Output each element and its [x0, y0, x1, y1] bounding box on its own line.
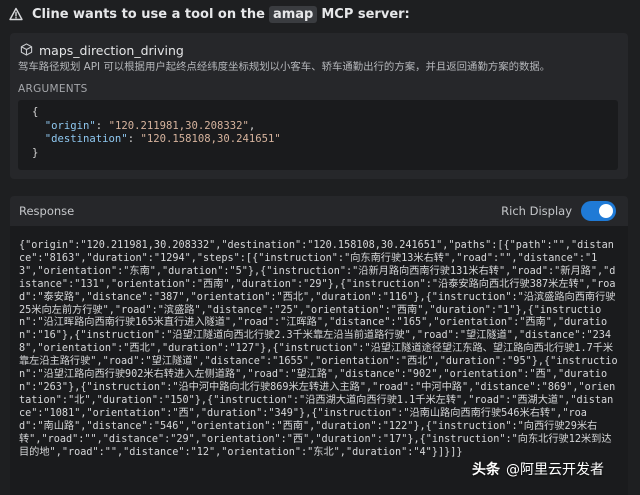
rich-display-control[interactable]: Rich Display	[501, 201, 616, 221]
toggle-knob	[599, 204, 613, 218]
response-text: {"origin":"120.211981,30.208332","destin…	[19, 240, 618, 458]
server-badge: amap	[268, 5, 318, 23]
code-close-brace: }	[32, 146, 39, 159]
response-body[interactable]: {"origin":"120.211981,30.208332","destin…	[10, 226, 628, 495]
approval-title-suffix: MCP server:	[321, 6, 410, 22]
approval-header: Cline wants to use a tool on the amap MC…	[0, 0, 640, 28]
warning-triangle-icon	[9, 7, 23, 21]
response-label: Response	[19, 204, 75, 218]
destination-key: "destination"	[44, 133, 128, 145]
origin-key: "origin"	[44, 119, 96, 132]
response-panel: Response Rich Display {"origin":"120.211…	[10, 196, 628, 495]
tool-card: maps_direction_driving 驾车路径规划 API 可以根据用户…	[10, 33, 628, 179]
destination-value: "120.158108,30.241651"	[140, 133, 281, 145]
arguments-label: ARGUMENTS	[18, 83, 88, 95]
tool-description: 驾车路径规划 API 可以根据用户起终点经纬度坐标规划以小客车、轿车通勤出行的方…	[18, 61, 551, 73]
rich-display-label: Rich Display	[501, 204, 572, 218]
code-open-brace: {	[32, 106, 39, 118]
watermark: 头条 @阿里云开发者	[472, 459, 604, 479]
code-destination-line: "destination": "120.158108,30.241651"	[44, 133, 281, 145]
watermark-brand: 头条	[472, 462, 500, 478]
arguments-code-block: { "origin": "120.211981,30.208332", "des…	[18, 100, 618, 170]
origin-value: "120.211981,30.208332"	[108, 119, 249, 132]
approval-title-prefix: Cline wants to use a tool on the	[32, 6, 265, 22]
code-origin-line: "origin": "120.211981,30.208332",	[44, 119, 256, 132]
rich-display-toggle[interactable]	[581, 201, 616, 221]
approval-title: Cline wants to use a tool on the amap MC…	[32, 5, 410, 23]
tool-name: maps_direction_driving	[39, 43, 184, 58]
watermark-account: @阿里云开发者	[506, 462, 604, 478]
